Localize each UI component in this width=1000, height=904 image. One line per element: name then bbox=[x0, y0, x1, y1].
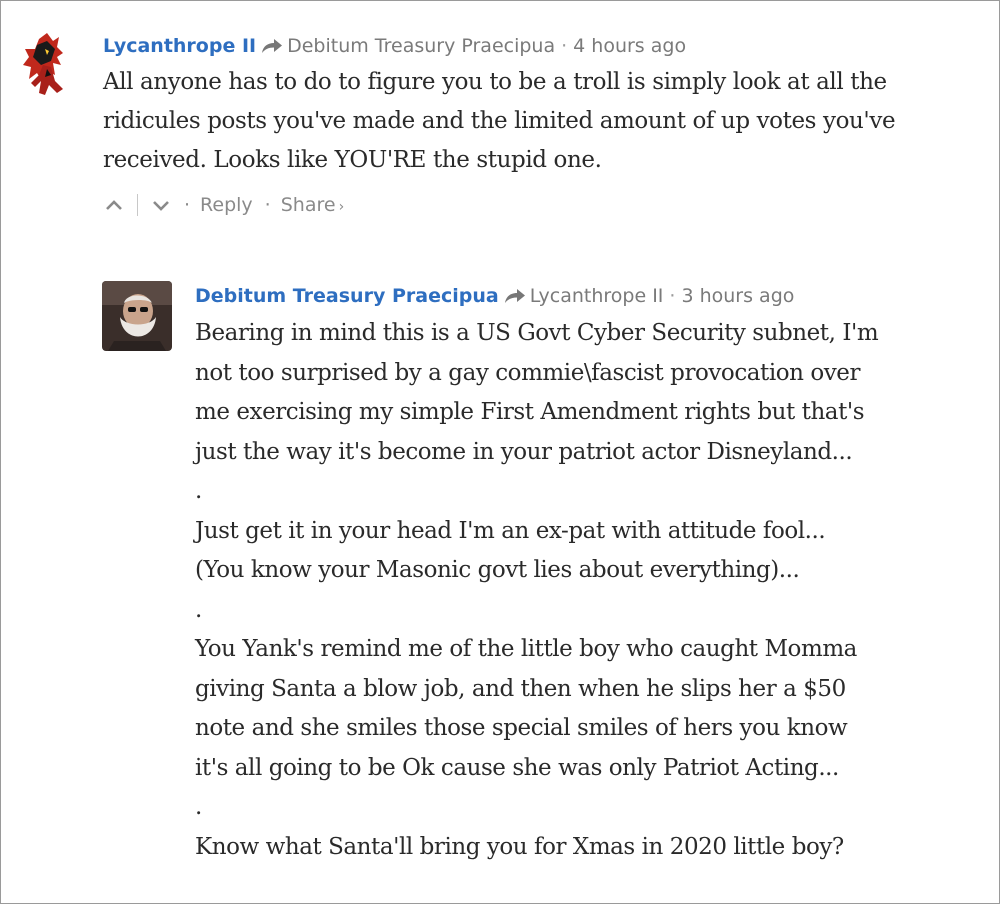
comment-line: All anyone has to do to figure you to be… bbox=[103, 69, 887, 95]
share-button[interactable]: Share › bbox=[281, 194, 344, 216]
comment-line: me exercising my simple First Amendment … bbox=[195, 399, 865, 425]
comment-line: . bbox=[195, 478, 202, 504]
comment-line: received. Looks like YOU'RE the stupid o… bbox=[103, 147, 602, 173]
comment-meta: Lycanthrope II Debitum Treasury Praecipu… bbox=[103, 31, 992, 61]
meta-separator: · bbox=[669, 285, 676, 307]
comment-text: All anyone has to do to figure you to be… bbox=[103, 63, 992, 180]
comment-line: (You know your Masonic govt lies about e… bbox=[195, 557, 800, 583]
author-name[interactable]: Debitum Treasury Praecipua bbox=[195, 285, 499, 307]
comment-body: Debitum Treasury Praecipua Lycanthrope I… bbox=[195, 281, 987, 867]
comment-body: Lycanthrope II Debitum Treasury Praecipu… bbox=[103, 31, 992, 220]
timestamp[interactable]: 3 hours ago bbox=[681, 285, 794, 307]
avatar[interactable] bbox=[17, 31, 77, 101]
comment-line: Know what Santa'll bring you for Xmas in… bbox=[195, 833, 844, 860]
share-label: Share bbox=[280, 194, 336, 216]
reply-arrow-icon bbox=[503, 287, 527, 305]
action-separator: · bbox=[264, 194, 271, 216]
comment-line: just the way it's become in your patriot… bbox=[195, 438, 853, 465]
comment-thread-panel: Lycanthrope II Debitum Treasury Praecipu… bbox=[0, 0, 1000, 904]
comment-line: giving Santa a blow job, and then when h… bbox=[195, 675, 846, 702]
timestamp[interactable]: 4 hours ago bbox=[573, 35, 686, 57]
vote-divider bbox=[137, 194, 138, 216]
comment-text: Bearing in mind this is a US Govt Cyber … bbox=[195, 314, 987, 867]
comment-line: not too surprised by a gay commie\fascis… bbox=[195, 359, 860, 386]
comment-line: Bearing in mind this is a US Govt Cyber … bbox=[195, 320, 879, 346]
comment-line: . bbox=[195, 596, 202, 623]
avatar[interactable] bbox=[102, 281, 172, 351]
comment-line: You Yank's remind me of the little boy w… bbox=[195, 636, 857, 662]
chevron-right-icon: › bbox=[338, 199, 345, 215]
comment-actions: · Reply · Share › bbox=[103, 190, 992, 220]
comment-line: Just get it in your head I'm an ex-pat w… bbox=[195, 517, 826, 544]
upvote-icon[interactable] bbox=[103, 195, 125, 215]
comment-line: note and she smiles those special smiles… bbox=[195, 715, 848, 741]
comment-line: it's all going to be Ok cause she was on… bbox=[195, 754, 839, 781]
reply-to-name[interactable]: Lycanthrope II bbox=[530, 285, 664, 307]
reply-arrow-icon bbox=[260, 37, 284, 55]
reply-button[interactable]: Reply bbox=[200, 194, 253, 216]
comment-meta: Debitum Treasury Praecipua Lycanthrope I… bbox=[195, 281, 987, 311]
comment-line: ridicules posts you've made and the limi… bbox=[103, 108, 896, 134]
reply-to-name[interactable]: Debitum Treasury Praecipua bbox=[287, 35, 555, 57]
meta-separator: · bbox=[561, 35, 568, 57]
comment-line: . bbox=[195, 794, 202, 820]
downvote-icon[interactable] bbox=[150, 195, 172, 215]
author-name[interactable]: Lycanthrope II bbox=[103, 35, 256, 57]
action-separator: · bbox=[184, 194, 191, 216]
